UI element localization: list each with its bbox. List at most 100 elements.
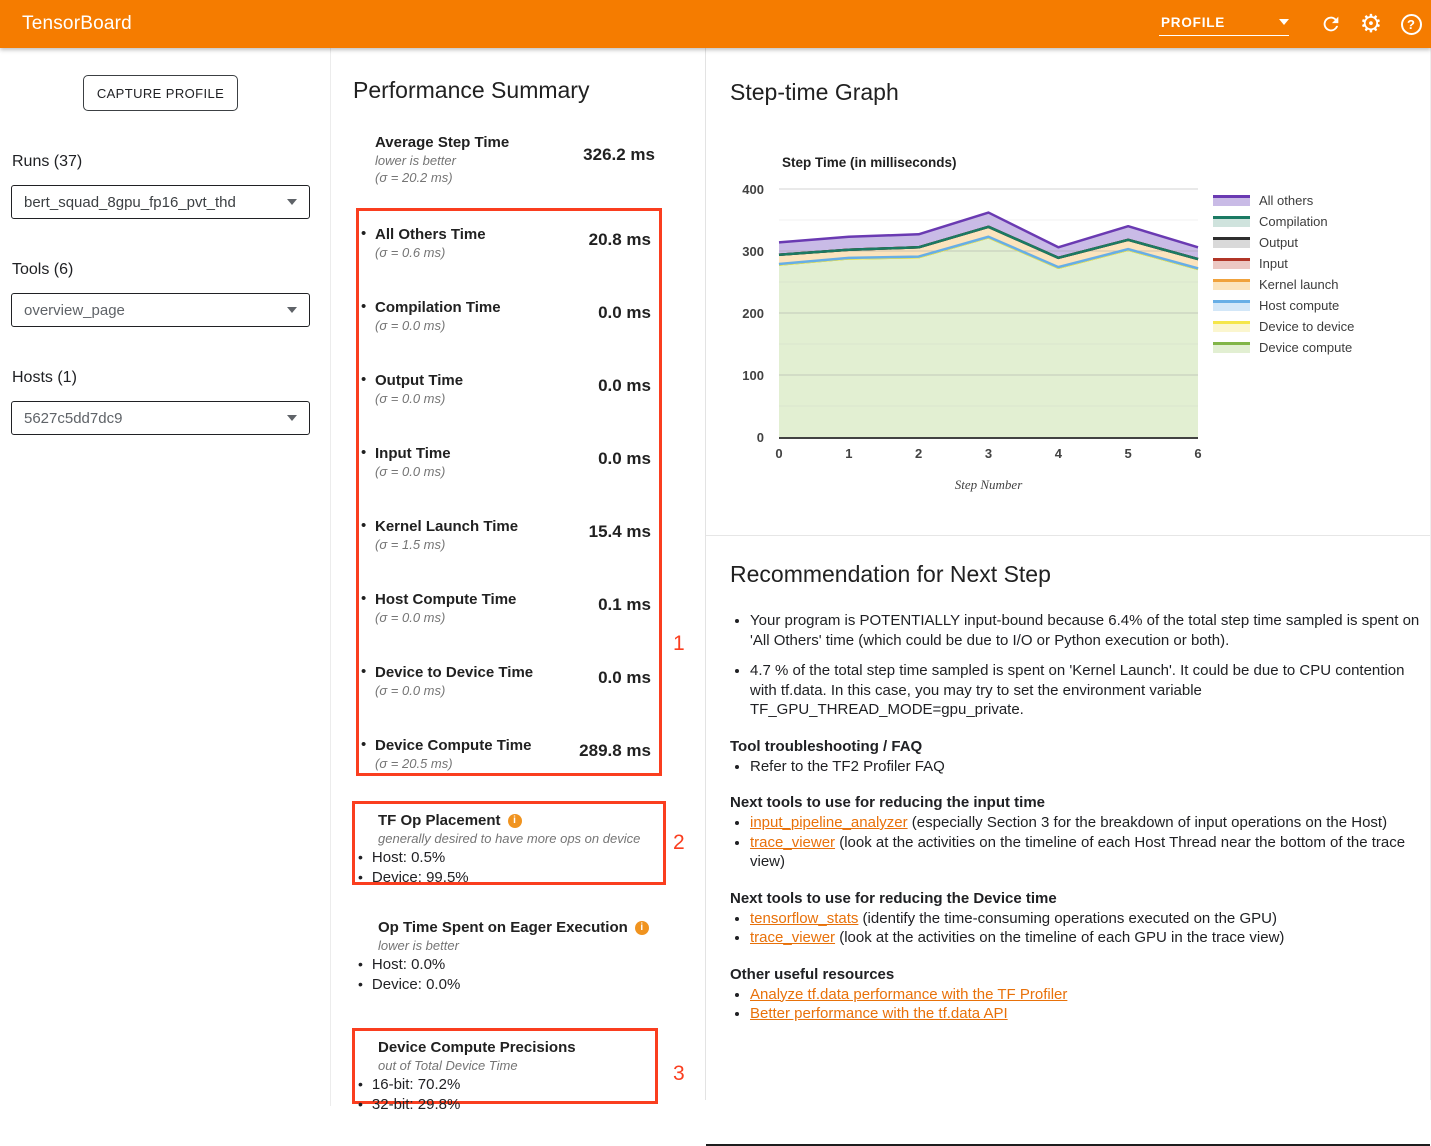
legend-label: Input: [1259, 256, 1288, 271]
metric-note: lower is better: [375, 152, 509, 169]
metric-sigma: (σ = 0.0 ms): [375, 682, 533, 699]
tools-select[interactable]: overview_page: [11, 293, 310, 327]
info-icon[interactable]: i: [508, 814, 522, 828]
svg-text:200: 200: [742, 306, 764, 321]
metric-label: Input Time: [375, 444, 451, 463]
metric-sigma: (σ = 0.0 ms): [375, 390, 463, 407]
metric-row: •Device to Device Time(σ = 0.0 ms)0.0 ms: [361, 663, 651, 699]
legend-swatch: [1213, 342, 1250, 353]
gear-icon: ⚙: [1360, 12, 1382, 37]
annotation-box-1: •All Others Time(σ = 0.6 ms)20.8 ms•Comp…: [356, 208, 662, 776]
recommendation-bullets: Your program is POTENTIALLY input-bound …: [730, 611, 1422, 720]
chevron-down-icon: [287, 415, 297, 421]
sidebar: CAPTURE PROFILE Runs (37) bert_squad_8gp…: [0, 48, 331, 1106]
recommendation-section-heading: Other useful resources: [730, 965, 1422, 984]
runs-select[interactable]: bert_squad_8gpu_fp16_pvt_thd: [11, 185, 310, 219]
recommendation-bullet: 4.7 % of the total step time sampled is …: [750, 661, 1422, 720]
metric-label: Host Compute Time: [375, 590, 516, 609]
metric-row: •Host Compute Time(σ = 0.0 ms)0.1 ms: [361, 590, 651, 626]
right-panel: Step-time Graph Step Time (in millisecon…: [705, 48, 1431, 1100]
metric-label: Average Step Time: [375, 133, 509, 152]
help-icon: ?: [1401, 14, 1422, 35]
info-icon[interactable]: i: [635, 921, 649, 935]
recommendation-item: Better performance with the tf.data API: [750, 1004, 1422, 1024]
svg-text:400: 400: [742, 182, 764, 197]
legend-item: All others: [1213, 190, 1354, 211]
legend-item: Kernel launch: [1213, 274, 1354, 295]
metric-row: •All Others Time(σ = 0.6 ms)20.8 ms: [361, 225, 651, 261]
svg-text:Step Time (in milliseconds): Step Time (in milliseconds): [782, 155, 957, 170]
metric-row: •Device Compute Time(σ = 20.5 ms)289.8 m…: [361, 736, 651, 772]
recommendation-item: trace_viewer (look at the activities on …: [750, 833, 1422, 872]
metric-row: •Compilation Time(σ = 0.0 ms)0.0 ms: [361, 298, 651, 334]
tool-link[interactable]: Analyze tf.data performance with the TF …: [750, 986, 1067, 1003]
settings-button[interactable]: ⚙: [1351, 4, 1391, 44]
metric-value: 0.0 ms: [598, 303, 651, 334]
tool-link[interactable]: input_pipeline_analyzer: [750, 814, 908, 831]
list-item: 32-bit: 29.8%: [358, 1095, 655, 1115]
svg-text:0: 0: [757, 430, 764, 445]
metric-sigma: (σ = 1.5 ms): [375, 536, 518, 553]
tools-select-value: overview_page: [24, 302, 287, 319]
capture-profile-button[interactable]: CAPTURE PROFILE: [83, 75, 238, 111]
help-button[interactable]: ?: [1391, 4, 1431, 44]
app-title: TensorBoard: [22, 13, 132, 35]
runs-label: Runs (37): [12, 153, 82, 171]
metric-label: Device to Device Time: [375, 663, 533, 682]
metric-label: All Others Time: [375, 225, 486, 244]
dashboard-select-value: PROFILE: [1161, 15, 1225, 30]
metric-label: Output Time: [375, 371, 463, 390]
tool-link[interactable]: trace_viewer: [750, 929, 835, 946]
metric-row: •Kernel Launch Time(σ = 1.5 ms)15.4 ms: [361, 517, 651, 553]
tools-label: Tools (6): [12, 261, 73, 279]
dashboard-select[interactable]: PROFILE: [1159, 13, 1289, 36]
refresh-icon: [1320, 13, 1342, 35]
legend-label: Output: [1259, 235, 1298, 250]
svg-text:5: 5: [1125, 446, 1132, 461]
tf-op-placement-list: Host: 0.5%Device: 99.5%: [355, 848, 663, 887]
hosts-select[interactable]: 5627c5dd7dc9: [11, 401, 310, 435]
legend-swatch: [1213, 258, 1250, 269]
tool-link[interactable]: Better performance with the tf.data API: [750, 1005, 1008, 1022]
eager-note: lower is better: [355, 937, 665, 954]
list-item: Device: 0.0%: [358, 975, 665, 995]
chevron-down-icon: [287, 199, 297, 205]
metric-sigma: (σ = 0.6 ms): [375, 244, 486, 261]
metrics-list: •All Others Time(σ = 0.6 ms)20.8 ms•Comp…: [361, 225, 651, 772]
metric-label: Device Compute Time: [375, 736, 531, 755]
legend-item: Compilation: [1213, 211, 1354, 232]
performance-summary-title: Performance Summary: [353, 77, 589, 104]
recommendation-item: tensorflow_stats (identify the time-cons…: [750, 909, 1422, 929]
recommendation-section-heading: Tool troubleshooting / FAQ: [730, 737, 1422, 756]
chevron-down-icon: [1279, 19, 1289, 25]
metric-value: 0.1 ms: [598, 595, 651, 626]
metric-label: Compilation Time: [375, 298, 501, 317]
tool-link[interactable]: tensorflow_stats: [750, 910, 858, 927]
svg-text:1: 1: [845, 446, 852, 461]
svg-text:Step Number: Step Number: [955, 477, 1023, 492]
legend-swatch: [1213, 300, 1250, 311]
eager-execution-section: Op Time Spent on Eager Execution i lower…: [355, 918, 665, 994]
metric-value: 20.8 ms: [589, 230, 651, 261]
precisions-note: out of Total Device Time: [355, 1057, 655, 1074]
performance-summary-panel: Performance Summary Average Step Time lo…: [332, 48, 705, 1106]
average-step-time-row: Average Step Time lower is better (σ = 2…: [375, 133, 655, 186]
recommendation-item: trace_viewer (look at the activities on …: [750, 928, 1422, 948]
tf-op-placement-note: generally desired to have more ops on de…: [355, 830, 663, 847]
refresh-button[interactable]: [1311, 4, 1351, 44]
recommendation-title: Recommendation for Next Step: [730, 561, 1051, 588]
hosts-label: Hosts (1): [12, 369, 77, 387]
legend-item: Output: [1213, 232, 1354, 253]
legend-item: Host compute: [1213, 295, 1354, 316]
tool-link[interactable]: trace_viewer: [750, 834, 835, 851]
precisions-title: Device Compute Precisions: [378, 1038, 576, 1057]
annotation-number-1: 1: [673, 632, 685, 656]
metric-value: 289.8 ms: [579, 741, 651, 772]
step-time-graph-card: Step-time Graph Step Time (in millisecon…: [706, 48, 1430, 536]
legend-item: Input: [1213, 253, 1354, 274]
chart-legend: All others Compilation Output Input Kernel l…: [1213, 190, 1354, 358]
metric-value: 326.2 ms: [583, 145, 655, 186]
legend-label: Compilation: [1259, 214, 1328, 229]
recommendation-section-heading: Next tools to use for reducing the input…: [730, 793, 1422, 812]
metric-value: 0.0 ms: [598, 376, 651, 407]
